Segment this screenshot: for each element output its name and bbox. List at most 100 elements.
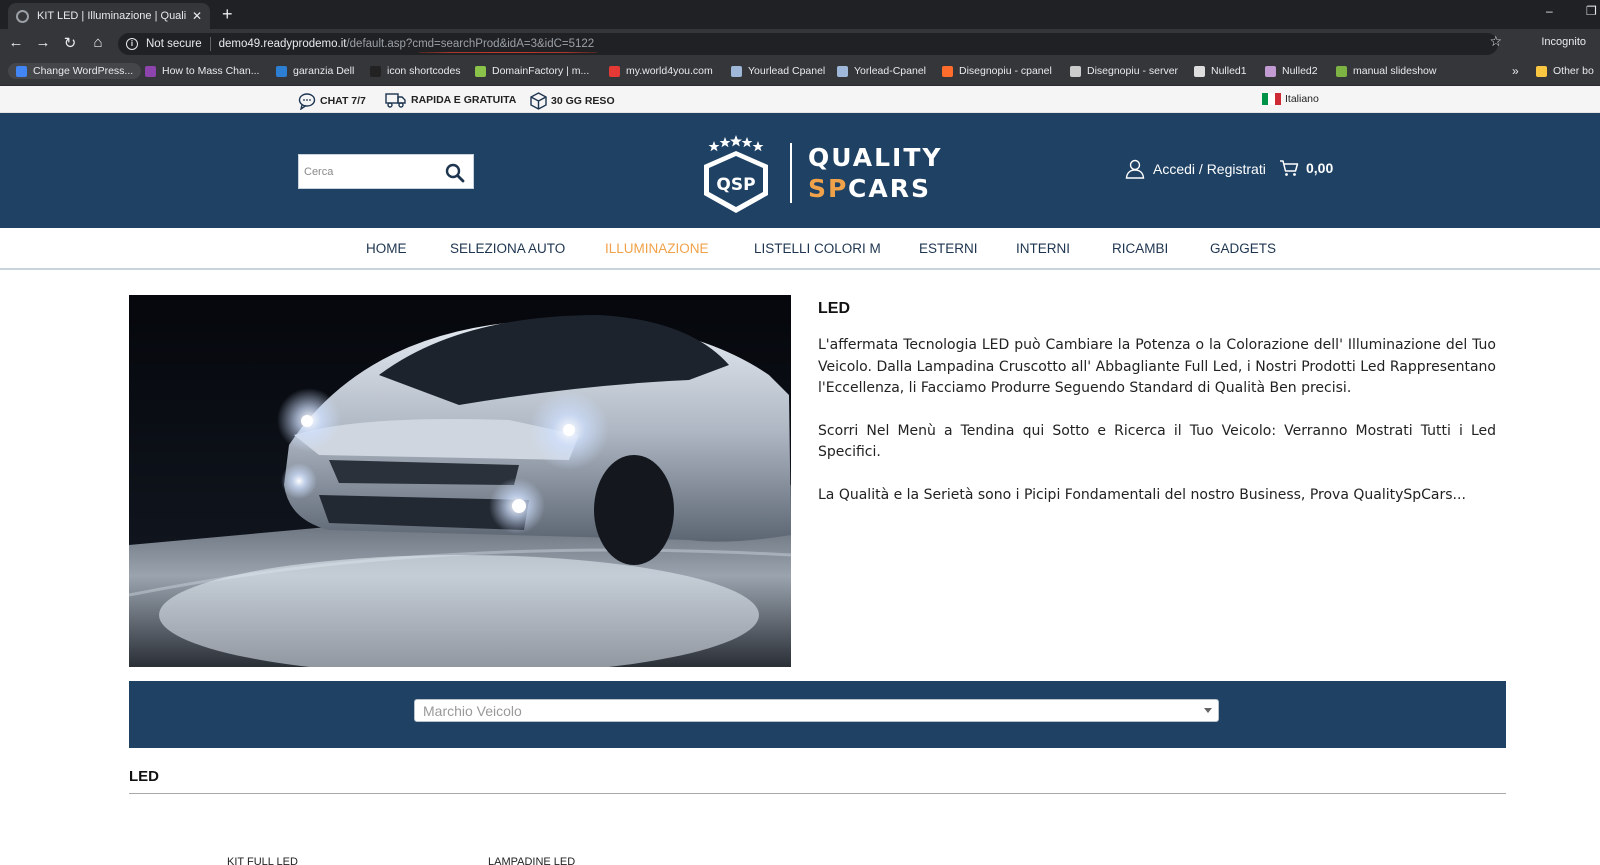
security-label: Not secure	[146, 38, 202, 50]
site-logo[interactable]: QSP QUALITY SP CARS	[700, 125, 941, 217]
info-shipping-label: RAPIDA E GRATUITA	[411, 94, 517, 106]
nav-item-ricambi[interactable]: RICAMBI	[1112, 241, 1168, 256]
category-link[interactable]: KIT FULL LED	[227, 856, 298, 865]
dell-icon	[276, 65, 287, 77]
info-returns: 30 GG RESO	[530, 92, 615, 110]
bookmark-item[interactable]: Disegnopiu - server	[1070, 65, 1178, 77]
incognito-label[interactable]: Incognito	[1541, 36, 1586, 48]
page-icon	[731, 65, 742, 77]
tab-icon	[145, 65, 156, 77]
other-bookmarks-label: Other bo	[1553, 65, 1594, 77]
bookmark-star-icon[interactable]: ☆	[1489, 33, 1502, 50]
globe-icon	[16, 9, 29, 23]
restore-icon[interactable]: ❐	[1586, 4, 1597, 18]
info-chat: CHAT 7/7	[298, 92, 366, 110]
search-input[interactable]	[304, 165, 434, 178]
content-title: LED	[818, 300, 850, 317]
info-chat-label: CHAT 7/7	[320, 95, 366, 107]
url-host: demo49.readyprodemo.it	[218, 38, 347, 50]
search-form	[298, 154, 474, 189]
search-icon	[445, 163, 465, 183]
bookmark-item[interactable]: How to Mass Chan...	[145, 65, 259, 77]
forward-icon[interactable]: →	[33, 34, 53, 51]
bookmark-item[interactable]: Yorlead-Cpanel	[837, 65, 926, 77]
nav-item-seleziona-auto[interactable]: SELEZIONA AUTO	[450, 241, 565, 256]
login-link[interactable]: Accedi / Registrati	[1125, 159, 1266, 179]
bookmark-label: How to Mass Chan...	[162, 65, 260, 77]
bookmark-item[interactable]: Nulled2	[1265, 65, 1318, 77]
bookmark-item[interactable]: Yourlead Cpanel	[731, 65, 825, 77]
close-icon[interactable]: ✕	[192, 9, 202, 23]
bookmark-item[interactable]: garanzia Dell	[276, 65, 354, 77]
bookmark-label: Yorlead-Cpanel	[854, 65, 926, 77]
bookmark-item[interactable]: Disegnopiu - cpanel	[942, 65, 1052, 77]
bookmark-item[interactable]: icon shortcodes	[370, 65, 461, 77]
chat-icon	[298, 93, 316, 110]
bookmark-label: icon shortcodes	[387, 65, 461, 77]
logo-badge-text: QSP	[716, 175, 755, 195]
nav-item-interni[interactable]: INTERNI	[1016, 241, 1070, 256]
bookmark-label: my.world4you.com	[626, 65, 713, 77]
logo-cars-text: CARS	[848, 174, 931, 203]
brackets-icon	[1070, 65, 1081, 77]
new-tab-icon[interactable]: +	[222, 4, 233, 25]
url-path-text: /default.asp?cmd=searchProd&idA=3&idC=51…	[346, 38, 595, 50]
section-title: LED	[129, 768, 159, 785]
minimize-icon[interactable]: –	[1546, 4, 1553, 18]
category-link[interactable]: LAMPADINE LED	[488, 856, 575, 865]
paragraph: Scorri Nel Menù a Tendina qui Sotto e Ri…	[818, 422, 1496, 461]
back-icon[interactable]: ←	[6, 34, 26, 51]
nav-item-illuminazione[interactable]: ILLUMINAZIONE	[605, 241, 709, 256]
dropdown-arrow-icon	[1204, 708, 1212, 713]
bookmark-item[interactable]: DomainFactory | m...	[475, 65, 589, 77]
main-navigation: HOME SELEZIONA AUTO ILLUMINAZIONE LISTELLI …	[0, 229, 1600, 270]
cart-link[interactable]: 0,00	[1279, 159, 1333, 177]
slides-icon	[1336, 65, 1347, 77]
bookmark-item[interactable]: my.world4you.com	[609, 65, 713, 77]
browser-tab-bar: KIT LED | Illuminazione | QualitySpCars …	[0, 0, 1600, 29]
logo-divider	[790, 143, 792, 203]
site-header: QSP QUALITY SP CARS Accedi / Registrati …	[0, 113, 1600, 228]
omnibox-divider	[209, 37, 211, 51]
nav-item-esterni[interactable]: ESTERNI	[919, 241, 978, 256]
globe-icon	[16, 65, 27, 77]
paragraph: L'affermata Tecnologia LED può Cambiare …	[818, 337, 1496, 396]
bookmark-label: Disegnopiu - server	[1087, 65, 1179, 77]
address-bar[interactable]: i Not secure demo49.readyprodemo.it /def…	[118, 33, 1498, 55]
logo-sp-text: SP	[808, 174, 849, 203]
bookmark-label: Disegnopiu - cpanel	[959, 65, 1052, 77]
logo-quality-text: QUALITY	[808, 143, 943, 172]
browser-toolbar: ← → ↻ ⌂ i Not secure demo49.readyprodemo…	[0, 29, 1600, 59]
section-divider	[129, 793, 1506, 794]
info-returns-label: 30 GG RESO	[551, 95, 615, 107]
box-icon	[530, 92, 547, 110]
language-selector[interactable]: Italiano	[1262, 93, 1319, 105]
info-icon[interactable]: i	[126, 38, 138, 50]
language-label: Italiano	[1285, 93, 1319, 105]
search-button[interactable]	[445, 163, 465, 188]
nav-item-home[interactable]: HOME	[366, 241, 407, 256]
bookmark-label: Nulled1	[1211, 65, 1247, 77]
bookmark-item[interactable]: Nulled1	[1194, 65, 1247, 77]
bookmark-item[interactable]: manual slideshow	[1336, 65, 1436, 77]
info-shipping: RAPIDA E GRATUITA	[385, 92, 516, 108]
w4y-icon	[609, 65, 620, 77]
vehicle-filter-bar: Marchio Veicolo	[129, 681, 1506, 748]
user-icon	[1125, 159, 1145, 179]
bookmark-item[interactable]: Change WordPress...	[8, 63, 142, 79]
page-icon	[1265, 65, 1276, 77]
page-icon	[837, 65, 848, 77]
vehicle-brand-select[interactable]: Marchio Veicolo	[414, 699, 1219, 722]
tab-title: KIT LED | Illuminazione | QualitySpCars	[37, 10, 186, 22]
reload-icon[interactable]: ↻	[60, 34, 80, 52]
browser-tab[interactable]: KIT LED | Illuminazione | QualitySpCars …	[8, 3, 210, 29]
login-label: Accedi / Registrati	[1153, 161, 1266, 177]
truck-icon	[385, 93, 406, 108]
more-bookmarks-icon[interactable]: »	[1512, 64, 1519, 78]
bookmark-label: garanzia Dell	[293, 65, 355, 77]
content-description: L'affermata Tecnologia LED può Cambiare …	[818, 335, 1496, 527]
nav-item-gadgets[interactable]: GADGETS	[1210, 241, 1276, 256]
nav-item-listelli-colori-m[interactable]: LISTELLI COLORI M	[754, 241, 881, 256]
other-bookmarks[interactable]: Other bo	[1536, 65, 1594, 77]
home-icon[interactable]: ⌂	[88, 34, 108, 51]
